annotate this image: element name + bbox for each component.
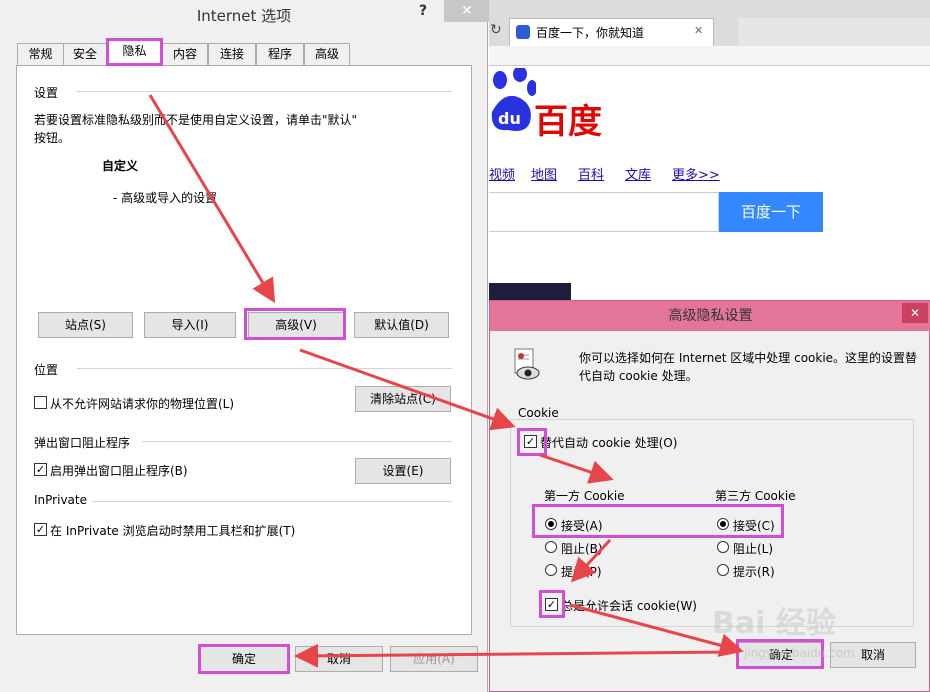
privacy-panel: 设置 若要设置标准隐私级别而不是使用自定义设置，请单击"默认" 按钮。 自定义 …: [16, 65, 472, 635]
close-button[interactable]: ✕: [902, 303, 928, 323]
help-button[interactable]: ?: [403, 0, 443, 22]
browser-tab[interactable]: 百度一下，你就知道 ✕: [509, 18, 714, 46]
nav-link-map[interactable]: 地图: [531, 164, 557, 183]
nav-link-more[interactable]: 更多>>: [672, 164, 720, 183]
nav-link-video[interactable]: 视频: [489, 164, 515, 183]
settings-description-line1: 若要设置标准隐私级别而不是使用自定义设置，请单击"默认": [34, 113, 358, 127]
inprivate-heading: InPrivate: [34, 493, 87, 507]
close-button[interactable]: ✕: [444, 0, 490, 22]
nav-link-baike[interactable]: 百科: [578, 164, 604, 183]
tab-programs[interactable]: 程序: [256, 43, 304, 65]
inprivate-checkbox[interactable]: ✓: [34, 523, 47, 536]
session-highlight-box: [539, 590, 565, 618]
third-party-prompt-label: 提示(R): [733, 565, 775, 579]
dialog-title: 高级隐私设置: [668, 308, 753, 324]
search-input[interactable]: [489, 192, 719, 232]
privacy-level-title: 自定义: [102, 159, 139, 173]
divider: [77, 91, 452, 92]
override-cookie-label: 替代自动 cookie 处理(O): [540, 436, 678, 450]
advanced-privacy-dialog: 高级隐私设置 ✕ 你可以选择如何在 Internet 区域中处理 cookie。…: [489, 300, 930, 692]
cookie-group-label: Cookie: [518, 406, 559, 420]
popup-blocker-label: 启用弹出窗口阻止程序(B): [50, 464, 188, 478]
first-party-prompt-label: 提示(P): [561, 565, 602, 579]
watermark-logo: Bai 经验: [712, 606, 836, 641]
tab-content[interactable]: 内容: [162, 43, 208, 65]
baidu-logo-text: 百度: [534, 102, 602, 142]
location-checkbox-label: 从不允许网站请求你的物理位置(L): [50, 397, 235, 411]
default-button[interactable]: 默认值(D): [354, 312, 449, 338]
search-button[interactable]: 百度一下: [719, 192, 823, 232]
tab-connections[interactable]: 连接: [208, 43, 256, 65]
session-cookie-label: 总是允许会话 cookie(W): [561, 599, 697, 613]
popup-blocker-heading: 弹出窗口阻止程序: [34, 436, 131, 450]
privacy-document-eye-icon: [514, 348, 540, 380]
settings-heading: 设置: [34, 86, 59, 100]
watermark-url: jingyan.baidu.com: [744, 646, 855, 660]
browser-tab-title: 百度一下，你就知道: [536, 26, 645, 40]
cancel-button[interactable]: 取消: [295, 646, 383, 672]
refresh-icon[interactable]: ↻: [490, 22, 502, 38]
third-party-block-radio[interactable]: [717, 541, 729, 553]
override-highlight-box: [517, 428, 547, 456]
sites-button[interactable]: 站点(S): [38, 312, 133, 338]
third-party-prompt-radio[interactable]: [717, 564, 729, 576]
tab-highlight-box: [106, 38, 163, 66]
divider: [77, 368, 452, 369]
tab-advanced[interactable]: 高级: [304, 43, 350, 65]
location-checkbox[interactable]: [34, 396, 47, 409]
tab-general[interactable]: 常规: [17, 43, 64, 65]
internet-options-dialog: Internet 选项 ? ✕ 常规 安全 隐私 内容 连接 程序 高级 设置 …: [0, 0, 490, 692]
ok-highlight-box: [198, 644, 290, 674]
popup-settings-button[interactable]: 设置(E): [355, 458, 451, 484]
tab-close-icon[interactable]: ✕: [694, 24, 703, 37]
nav-link-wenku[interactable]: 文库: [625, 164, 651, 183]
accept-highlight-box: [532, 504, 784, 538]
intro-text-line1: 你可以选择如何在 Internet 区域中处理 cookie。这里的设置替: [579, 351, 918, 365]
import-button[interactable]: 导入(I): [144, 312, 236, 338]
location-heading: 位置: [34, 363, 59, 377]
privacy-level-detail: - 高级或导入的设置: [113, 191, 218, 205]
settings-description-line2: 按钮。: [34, 131, 71, 145]
third-party-block-label: 阻止(L): [733, 542, 774, 556]
divider: [92, 501, 452, 502]
tab-security[interactable]: 安全: [63, 43, 107, 65]
new-tab-area[interactable]: [738, 18, 930, 46]
first-party-block-radio[interactable]: [545, 541, 557, 553]
apply-button[interactable]: 应用(A): [390, 646, 478, 672]
first-party-block-label: 阻止(B): [561, 542, 603, 556]
third-party-heading: 第三方 Cookie: [715, 489, 796, 503]
advanced-highlight-box: [244, 308, 346, 340]
first-party-heading: 第一方 Cookie: [544, 489, 625, 503]
intro-text-line2: 代自动 cookie 处理。: [579, 369, 698, 383]
baidu-favicon-icon: [516, 25, 530, 39]
address-bar-area: [489, 46, 930, 66]
svg-text:du: du: [498, 109, 521, 128]
divider: [142, 441, 452, 442]
clear-sites-button[interactable]: 清除站点(C): [355, 386, 451, 412]
baidu-paw-logo-icon: du: [491, 68, 536, 131]
first-party-prompt-radio[interactable]: [545, 564, 557, 576]
popup-blocker-checkbox[interactable]: ✓: [34, 463, 47, 476]
inprivate-label: 在 InPrivate 浏览启动时禁用工具栏和扩展(T): [50, 524, 296, 538]
